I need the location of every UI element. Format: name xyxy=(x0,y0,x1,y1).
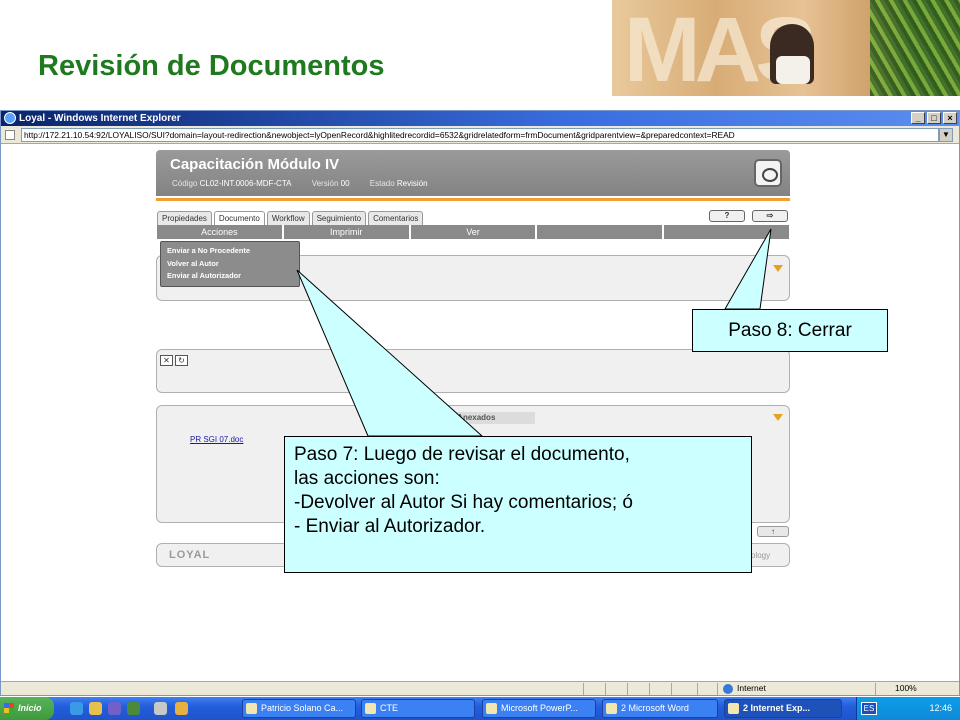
internet-zone-label: Internet xyxy=(723,682,766,695)
estado-value: Revisión xyxy=(396,179,428,188)
system-tray: ES 12:46 xyxy=(856,697,960,720)
codigo-label: Código xyxy=(172,179,198,188)
windows-taskbar: Inicio Patricio Solano Ca... CTE Microso… xyxy=(0,697,960,720)
media-quicklaunch-icon[interactable] xyxy=(108,702,121,715)
refresh-icon[interactable]: ↻ xyxy=(175,355,188,366)
document-title: Capacitación Módulo IV xyxy=(170,156,340,173)
close-window-button[interactable]: × xyxy=(943,112,957,124)
task-patricio[interactable]: Patricio Solano Ca... xyxy=(242,699,356,718)
desktop-quicklaunch-icon[interactable] xyxy=(154,702,167,715)
task-word[interactable]: 2 Microsoft Word xyxy=(602,699,718,718)
dropdown-item-no-procedente[interactable]: Enviar a No Procedente xyxy=(167,245,293,258)
browser-title-bar[interactable]: Loyal - Windows Internet Explorer _ □ × xyxy=(1,111,959,126)
empty-menu-2 xyxy=(664,225,789,239)
callout-7-line-2: las acciones son: xyxy=(294,468,440,489)
address-dropdown-icon[interactable]: ▼ xyxy=(939,128,953,142)
tab-comentarios[interactable]: Comentarios xyxy=(368,211,424,225)
browser-window-title: Loyal - Windows Internet Explorer xyxy=(19,113,181,124)
browser-content: Capacitación Módulo IV Código CL02-INT.0… xyxy=(1,145,959,681)
language-indicator[interactable]: ES xyxy=(861,702,877,715)
logo-person-image xyxy=(770,24,814,84)
header-divider xyxy=(156,198,790,201)
callout-7-line-4: - Enviar al Autorizador. xyxy=(294,516,486,537)
browser-status-bar: Internet 100% xyxy=(1,681,959,695)
task-cte[interactable]: CTE xyxy=(361,699,475,718)
tab-propiedades[interactable]: Propiedades xyxy=(157,211,212,225)
ie-icon xyxy=(4,112,16,124)
loyal-logo: LOYAL xyxy=(169,549,211,561)
dropdown-item-enviar-autorizador[interactable]: Enviar al Autorizador xyxy=(167,270,293,283)
content-panel-2 xyxy=(156,349,790,393)
tab-workflow[interactable]: Workflow xyxy=(266,211,310,225)
action-bar: Acciones Imprimir Ver xyxy=(157,225,789,239)
folder-quicklaunch-icon[interactable] xyxy=(175,702,188,715)
mas-logo: MAS xyxy=(612,0,960,96)
app-quicklaunch-icon[interactable] xyxy=(127,702,140,715)
version-value: 00 xyxy=(340,179,350,188)
panel-2-toolbar: ✕ ↻ xyxy=(160,355,188,366)
dropdown-item-volver-autor[interactable]: Volver al Autor xyxy=(167,258,293,271)
codigo-value: CL02-INT.0006-MDF-CTA xyxy=(199,179,292,188)
attachments-collapse-icon[interactable] xyxy=(773,414,783,421)
document-meta: Código CL02-INT.0006-MDF-CTA Versión 00 … xyxy=(172,179,446,188)
acciones-dropdown: Enviar a No Procedente Volver al Autor E… xyxy=(160,241,300,287)
tab-seguimiento[interactable]: Seguimiento xyxy=(311,211,367,225)
acciones-menu[interactable]: Acciones xyxy=(157,225,282,239)
attachments-header: Archivos Anexados xyxy=(417,412,535,424)
maximize-button[interactable]: □ xyxy=(927,112,941,124)
callout-7-line-3: -Devolver al Autor Si hay comentarios; ó xyxy=(294,492,633,513)
start-button[interactable]: Inicio xyxy=(0,697,54,720)
attachment-file-link[interactable]: PR SGI 07.doc xyxy=(190,435,243,444)
empty-menu-1 xyxy=(537,225,663,239)
version-label: Versión xyxy=(311,179,339,188)
zoom-level[interactable]: 100% xyxy=(881,682,917,695)
document-tabs: Propiedades Documento Workflow Seguimien… xyxy=(157,211,424,225)
address-bar: http://172.21.10.54:92/LOYALISO/SUI?doma… xyxy=(1,126,959,144)
help-button[interactable]: ? xyxy=(709,210,745,222)
footer-brand-text: ology xyxy=(751,551,771,560)
browser-window: Loyal - Windows Internet Explorer _ □ × … xyxy=(0,110,960,696)
estado-label: Estado xyxy=(369,179,395,188)
url-field[interactable]: http://172.21.10.54:92/LOYALISO/SUI?doma… xyxy=(21,128,939,142)
callout-step-7: Paso 7: Luego de revisar el documento, l… xyxy=(284,436,752,573)
document-header: Capacitación Módulo IV Código CL02-INT.0… xyxy=(156,150,790,196)
task-powerpoint[interactable]: Microsoft PowerP... xyxy=(482,699,596,718)
callout-7-line-1: Paso 7: Luego de revisar el documento, xyxy=(294,444,630,465)
task-internet-explorer[interactable]: 2 Internet Exp... xyxy=(724,699,842,718)
ver-menu[interactable]: Ver xyxy=(410,225,536,239)
clock: 12:46 xyxy=(929,703,952,713)
delete-icon[interactable]: ✕ xyxy=(160,355,173,366)
imprimir-menu[interactable]: Imprimir xyxy=(283,225,409,239)
scroll-up-button[interactable]: ↑ xyxy=(757,526,789,537)
collapse-arrow-icon[interactable] xyxy=(773,265,783,272)
explorer-quicklaunch-icon[interactable] xyxy=(89,702,102,715)
minimize-button[interactable]: _ xyxy=(911,112,925,124)
page-icon xyxy=(5,130,15,140)
slide: Revisión de Documentos MAS Loyal - Windo… xyxy=(0,0,960,720)
logo-leaves-image xyxy=(870,0,960,96)
ie-quicklaunch-icon[interactable] xyxy=(70,702,83,715)
exit-button[interactable]: ⇨ xyxy=(752,210,788,222)
callout-step-8: Paso 8: Cerrar xyxy=(692,309,888,352)
tab-documento[interactable]: Documento xyxy=(213,211,265,225)
view-document-icon[interactable] xyxy=(754,159,782,187)
slide-title: Revisión de Documentos xyxy=(38,50,385,82)
